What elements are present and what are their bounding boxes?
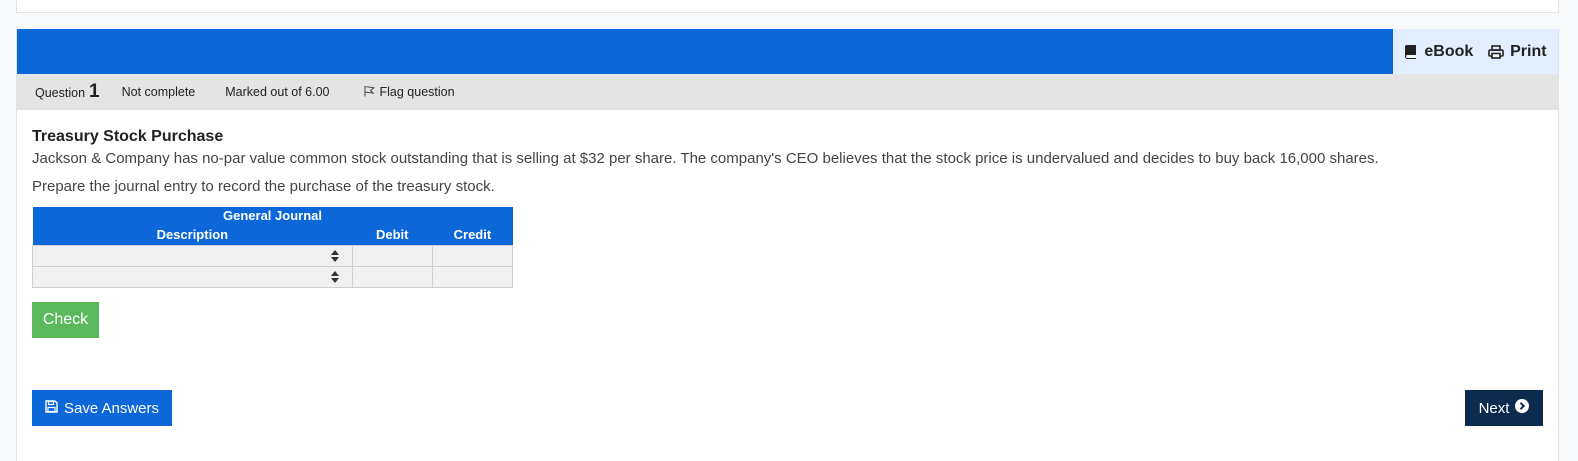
save-answers-label: Save Answers xyxy=(63,399,160,417)
journal-title: General Journal xyxy=(32,207,513,225)
description-select[interactable] xyxy=(32,245,353,267)
question-marks: Marked out of 6.00 xyxy=(225,85,330,99)
tools-panel: eBook Print xyxy=(1393,29,1558,74)
next-label: Next xyxy=(1478,399,1510,417)
journal-header-row: Description Debit Credit xyxy=(32,225,513,246)
book-icon xyxy=(1404,44,1418,59)
header-bar: eBook Print xyxy=(17,29,1558,74)
save-answers-button[interactable]: Save Answers xyxy=(32,390,172,426)
question-state: Not complete xyxy=(121,85,196,99)
description-select[interactable] xyxy=(32,266,353,288)
table-row xyxy=(32,245,514,267)
flag-icon xyxy=(364,85,375,100)
journal-title-row: General Journal xyxy=(32,207,513,225)
credit-input[interactable] xyxy=(431,245,514,267)
save-icon xyxy=(45,399,58,417)
debit-input[interactable] xyxy=(351,245,433,267)
question-content: Treasury Stock Purchase Jackson & Compan… xyxy=(32,128,1532,195)
question-panel: eBook Print Question 1 Not complete Mark… xyxy=(16,29,1559,461)
debit-input[interactable] xyxy=(351,266,433,288)
print-label: Print xyxy=(1510,42,1547,60)
check-button[interactable]: Check xyxy=(32,302,99,338)
circle-chevron-right-icon xyxy=(1515,399,1530,417)
question-text: Jackson & Company has no-par value commo… xyxy=(32,150,1379,167)
print-link[interactable]: Print xyxy=(1488,42,1547,61)
column-debit: Debit xyxy=(352,225,433,246)
question-number-value: 1 xyxy=(89,81,100,102)
column-description: Description xyxy=(32,225,353,246)
table-row xyxy=(32,266,514,288)
question-number: Question 1 xyxy=(35,81,100,103)
ebook-link[interactable]: eBook xyxy=(1404,43,1473,61)
sort-arrows-icon xyxy=(331,271,339,286)
question-label: Question xyxy=(35,86,86,100)
question-prompt: Prepare the journal entry to record the … xyxy=(32,178,495,195)
question-title: Treasury Stock Purchase xyxy=(32,128,224,145)
general-journal-table: General Journal Description Debit Credit xyxy=(32,207,514,288)
column-credit: Credit xyxy=(432,225,513,246)
ebook-label: eBook xyxy=(1424,42,1474,60)
sort-arrows-icon xyxy=(331,250,339,265)
printer-icon xyxy=(1488,44,1504,59)
previous-card xyxy=(16,0,1559,13)
next-button[interactable]: Next xyxy=(1465,390,1543,426)
question-info-bar: Question 1 Not complete Marked out of 6.… xyxy=(17,74,1558,110)
credit-input[interactable] xyxy=(431,266,514,288)
flag-question-label: Flag question xyxy=(379,85,455,99)
flag-question-link[interactable]: Flag question xyxy=(364,85,455,100)
